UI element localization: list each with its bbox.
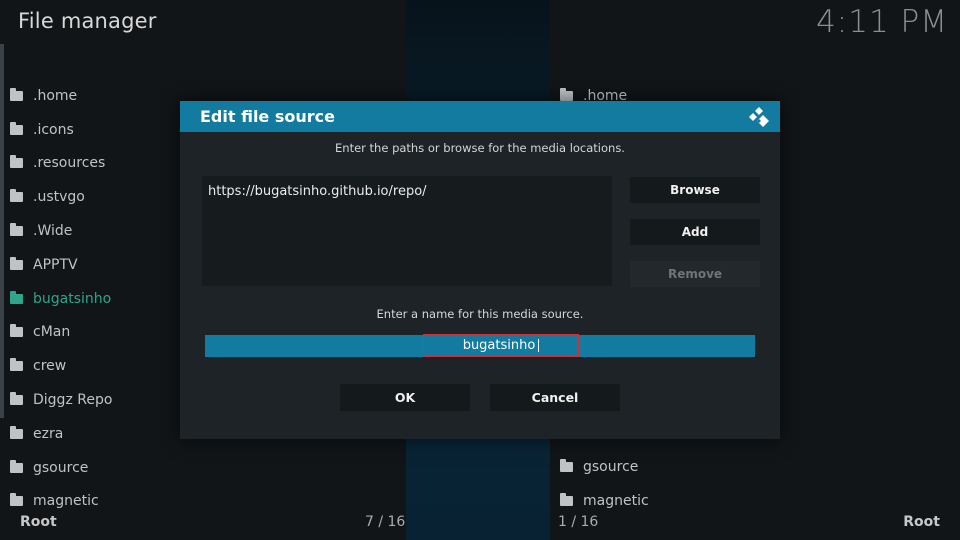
name-instruction: Enter a name for this media source. bbox=[376, 307, 584, 321]
list-item-label: gsource bbox=[33, 459, 89, 476]
list-item-label: .icons bbox=[33, 121, 74, 138]
folder-icon bbox=[10, 459, 23, 473]
ok-button[interactable]: OK bbox=[340, 384, 470, 411]
list-item-label: Diggz Repo bbox=[33, 392, 113, 409]
cancel-button[interactable]: Cancel bbox=[490, 384, 620, 411]
list-item-label: bugatsinho bbox=[33, 290, 112, 307]
name-input-bar[interactable]: bugatsinho bbox=[205, 334, 755, 357]
right-file-list-bottom: gsource magnetic bbox=[560, 450, 860, 518]
edit-file-source-dialog: Edit file source Enter the paths or brow… bbox=[180, 101, 780, 439]
add-button[interactable]: Add bbox=[630, 219, 760, 245]
list-item-label: .ustvgo bbox=[33, 189, 85, 206]
list-item[interactable]: magnetic bbox=[560, 484, 860, 518]
list-item-label: cMan bbox=[33, 324, 71, 341]
folder-icon bbox=[10, 121, 23, 135]
folder-icon bbox=[10, 189, 23, 203]
folder-icon bbox=[10, 358, 23, 372]
folder-icon bbox=[10, 493, 23, 507]
right-root-label: Root bbox=[903, 514, 940, 530]
folder-icon bbox=[10, 290, 23, 304]
dialog-title: Edit file source bbox=[200, 107, 335, 126]
app-title: File manager bbox=[18, 9, 157, 33]
list-item-label: crew bbox=[33, 358, 67, 375]
scrollbar[interactable] bbox=[0, 44, 4, 418]
source-name-value: bugatsinho bbox=[462, 338, 536, 353]
folder-icon bbox=[560, 492, 573, 506]
list-item[interactable]: gsource bbox=[10, 451, 310, 485]
folder-icon bbox=[560, 458, 573, 472]
list-item-label: ezra bbox=[33, 425, 64, 442]
left-item-count: 7 / 16 bbox=[365, 514, 406, 530]
clock: 4:11 PM bbox=[816, 4, 948, 40]
folder-icon bbox=[10, 155, 23, 169]
folder-icon bbox=[10, 324, 23, 338]
source-name-input[interactable]: bugatsinho bbox=[423, 334, 579, 357]
browse-button[interactable]: Browse bbox=[630, 177, 760, 203]
list-item-label: .home bbox=[33, 87, 78, 104]
folder-icon bbox=[10, 425, 23, 439]
folder-icon bbox=[10, 392, 23, 406]
folder-icon bbox=[10, 256, 23, 270]
kodi-logo-icon bbox=[749, 107, 769, 127]
folder-icon bbox=[560, 87, 573, 101]
path-list[interactable]: https://bugatsinho.github.io/repo/ bbox=[202, 176, 612, 286]
path-entry[interactable]: https://bugatsinho.github.io/repo/ bbox=[208, 184, 606, 199]
folder-icon bbox=[10, 87, 23, 101]
left-root-label: Root bbox=[20, 514, 57, 530]
list-item-label: magnetic bbox=[583, 492, 649, 509]
text-cursor bbox=[538, 339, 540, 352]
dialog-header: Edit file source bbox=[180, 101, 780, 132]
right-item-count: 1 / 16 bbox=[558, 514, 599, 530]
list-item-label: .resources bbox=[33, 155, 106, 172]
list-item-label: APPTV bbox=[33, 256, 78, 273]
paths-instruction: Enter the paths or browse for the media … bbox=[335, 141, 625, 155]
folder-icon bbox=[10, 223, 23, 237]
list-item-label: .Wide bbox=[33, 223, 73, 240]
list-item-label: gsource bbox=[583, 458, 639, 475]
list-item-label: magnetic bbox=[33, 493, 99, 510]
remove-button[interactable]: Remove bbox=[630, 261, 760, 287]
list-item[interactable]: gsource bbox=[560, 450, 860, 484]
